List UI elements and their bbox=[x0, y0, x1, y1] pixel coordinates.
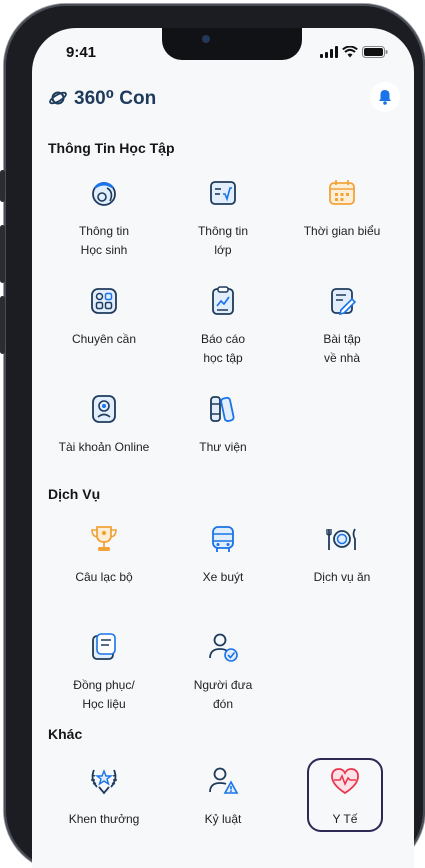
volume-down-button bbox=[0, 296, 5, 354]
pickup-person-icon bbox=[209, 633, 238, 662]
menu-item-label: Thư viện bbox=[199, 440, 247, 454]
bell-icon bbox=[379, 90, 391, 105]
menu-item-thong-tin-lop[interactable]: Thông tin lớp bbox=[163, 176, 283, 260]
menu-item-y-te[interactable]: Y Tế bbox=[285, 764, 405, 829]
menu-item-label: Câu lạc bộ bbox=[75, 570, 133, 584]
library-icon bbox=[210, 396, 235, 422]
menu-item-dong-phuc-hoc-lieu[interactable]: Đồng phục/ Học liệu bbox=[44, 630, 164, 714]
menu-item-thu-vien[interactable]: Thư viện bbox=[163, 392, 283, 457]
menu-item-nguoi-dua-don[interactable]: Người đưa đón bbox=[163, 630, 283, 714]
notification-button[interactable] bbox=[370, 82, 400, 112]
menu-item-label: Khen thưởng bbox=[68, 812, 140, 826]
online-account-icon bbox=[92, 395, 116, 423]
menu-item-bao-cao-hoc-tap[interactable]: Báo cáo học tập bbox=[163, 284, 283, 368]
signal-icon bbox=[320, 46, 338, 58]
menu-item-tai-khoan-online[interactable]: Tài khoản Online bbox=[44, 392, 164, 457]
menu-item-label: Xe buýt bbox=[202, 570, 244, 584]
calendar-icon bbox=[329, 180, 355, 205]
menu-item-thong-tin-hoc-sinh[interactable]: Thông tin Học sinh bbox=[44, 176, 164, 260]
menu-item-label: Chuyên cần bbox=[71, 332, 137, 346]
menu-item-chuyen-can[interactable]: Chuyên cần bbox=[44, 284, 164, 349]
menu-item-label: Tài khoản Online bbox=[58, 440, 150, 454]
report-icon bbox=[212, 286, 234, 315]
health-icon bbox=[331, 768, 359, 795]
menu-item-label: Báo cáo học tập bbox=[200, 332, 246, 365]
camera bbox=[202, 35, 210, 43]
menu-item-label: Kỷ luật bbox=[204, 812, 242, 826]
award-icon bbox=[91, 769, 117, 795]
bus-icon bbox=[212, 526, 234, 552]
menu-item-bai-tap-ve-nha[interactable]: Bài tập về nhà bbox=[282, 284, 402, 368]
status-time: 9:41 bbox=[66, 44, 97, 61]
menu-item-label: Người đưa đón bbox=[193, 678, 253, 711]
menu-item-label: Thông tin lớp bbox=[197, 224, 249, 257]
screen: 9:41 360⁰ Con Thông Tin Học Tập Thông ti… bbox=[32, 28, 414, 868]
section-title-thong-tin-hoc-tap: Thông Tin Học Tập bbox=[48, 140, 175, 156]
menu-item-label: Dịch vụ ăn bbox=[313, 570, 371, 584]
volume-up-button bbox=[0, 225, 5, 283]
menu-item-label: Y Tế bbox=[332, 812, 358, 826]
trophy-icon bbox=[91, 526, 117, 551]
notch bbox=[162, 28, 302, 60]
wifi-icon bbox=[342, 46, 358, 58]
planet-icon bbox=[49, 91, 67, 105]
menu-item-xe-buyt[interactable]: Xe buýt bbox=[163, 522, 283, 587]
menu-item-thoi-gian-bieu[interactable]: Thời gian biểu bbox=[282, 176, 402, 241]
menu-item-label: Đồng phục/ Học liệu bbox=[73, 678, 135, 711]
menu-item-label: Thông tin Học sinh bbox=[78, 224, 130, 257]
mute-switch bbox=[0, 170, 5, 202]
homework-icon bbox=[331, 288, 357, 316]
discipline-icon bbox=[209, 767, 239, 794]
class-info-icon bbox=[210, 181, 236, 205]
menu-item-cau-lac-bo[interactable]: Câu lạc bộ bbox=[44, 522, 164, 587]
menu-item-khen-thuong[interactable]: Khen thưởng bbox=[44, 764, 164, 829]
menu-item-ky-luat[interactable]: Kỷ luật bbox=[163, 764, 283, 829]
section-title-dich-vu: Dịch Vụ bbox=[48, 486, 101, 502]
section-title-khac: Khác bbox=[48, 726, 83, 742]
app-header: 360⁰ Con bbox=[48, 80, 400, 116]
battery-icon bbox=[362, 46, 388, 58]
menu-item-dich-vu-an[interactable]: Dịch vụ ăn bbox=[282, 522, 402, 587]
attendance-icon bbox=[91, 288, 117, 314]
uniform-icon bbox=[92, 633, 116, 660]
status-icons bbox=[320, 46, 388, 58]
meal-icon bbox=[326, 528, 356, 550]
app-title: 360⁰ Con bbox=[74, 87, 157, 109]
menu-item-label: Bài tập về nhà bbox=[323, 332, 361, 365]
menu-item-label: Thời gian biểu bbox=[303, 224, 381, 238]
student-info-icon bbox=[92, 182, 116, 206]
